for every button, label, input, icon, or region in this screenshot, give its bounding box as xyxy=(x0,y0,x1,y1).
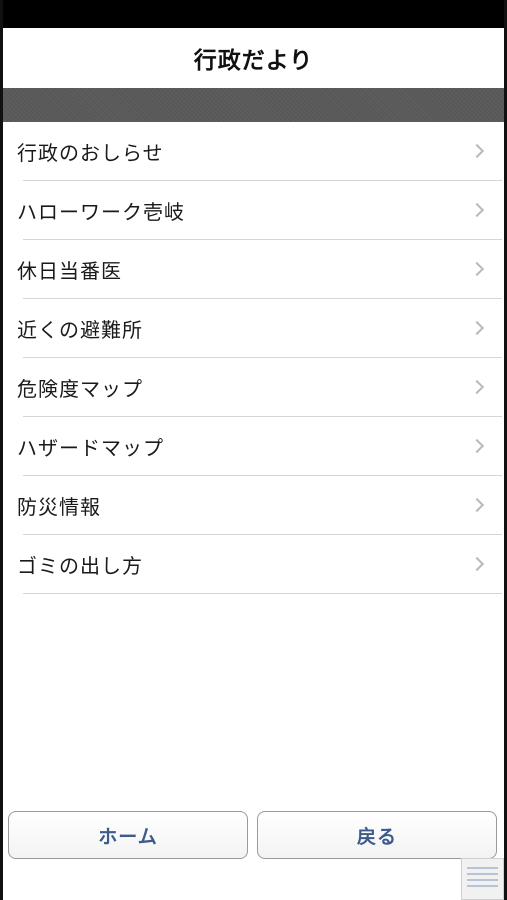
menu-item-gyosei-oshirase[interactable]: 行政のおしらせ xyxy=(3,122,504,181)
screenshot-thumbnail-icon[interactable] xyxy=(461,858,504,900)
thumbnail-line xyxy=(467,885,498,887)
menu-item-label: ゴミの出し方 xyxy=(17,554,143,578)
menu-item-label: 防災情報 xyxy=(17,495,101,519)
menu-item-label: 危険度マップ xyxy=(17,377,143,401)
back-button[interactable]: 戻る xyxy=(257,811,497,859)
menu-item-garbage-disposal[interactable]: ゴミの出し方 xyxy=(3,535,504,594)
thumbnail-line xyxy=(467,879,498,881)
thumbnail-line xyxy=(467,873,498,875)
chevron-right-icon xyxy=(469,143,485,158)
page-title: 行政だより xyxy=(193,48,314,74)
menu-item-label: 休日当番医 xyxy=(17,259,122,283)
home-button[interactable]: ホーム xyxy=(8,811,248,859)
navigation-bar: 行政だより xyxy=(3,28,504,88)
bottom-toolbar: ホーム 戻る xyxy=(3,808,504,868)
menu-item-holiday-doctor[interactable]: 休日当番医 xyxy=(3,240,504,299)
section-header-band xyxy=(3,88,504,122)
menu-item-hazard-map[interactable]: ハザードマップ xyxy=(3,417,504,476)
chevron-right-icon xyxy=(469,202,485,217)
menu-item-risk-map[interactable]: 危険度マップ xyxy=(3,358,504,417)
menu-item-label: ハローワーク壱岐 xyxy=(17,200,185,224)
chevron-right-icon xyxy=(469,438,485,453)
menu-item-disaster-info[interactable]: 防災情報 xyxy=(3,476,504,535)
menu-item-label: 行政のおしらせ xyxy=(17,141,164,165)
home-button-label: ホーム xyxy=(98,825,158,848)
thumbnail-line xyxy=(467,867,498,869)
menu-list: 行政のおしらせ ハローワーク壱岐 休日当番医 近くの避難所 危険度マップ ハザー… xyxy=(3,122,504,594)
menu-item-hellowork[interactable]: ハローワーク壱岐 xyxy=(3,181,504,240)
chevron-right-icon xyxy=(469,379,485,394)
back-button-label: 戻る xyxy=(356,825,397,848)
chevron-right-icon xyxy=(469,497,485,512)
chevron-right-icon xyxy=(469,556,485,571)
menu-item-label: ハザードマップ xyxy=(17,436,164,460)
chevron-right-icon xyxy=(469,261,485,276)
status-bar xyxy=(0,0,507,28)
menu-item-nearby-shelter[interactable]: 近くの避難所 xyxy=(3,299,504,358)
chevron-right-icon xyxy=(469,320,485,335)
menu-item-label: 近くの避難所 xyxy=(17,318,143,342)
